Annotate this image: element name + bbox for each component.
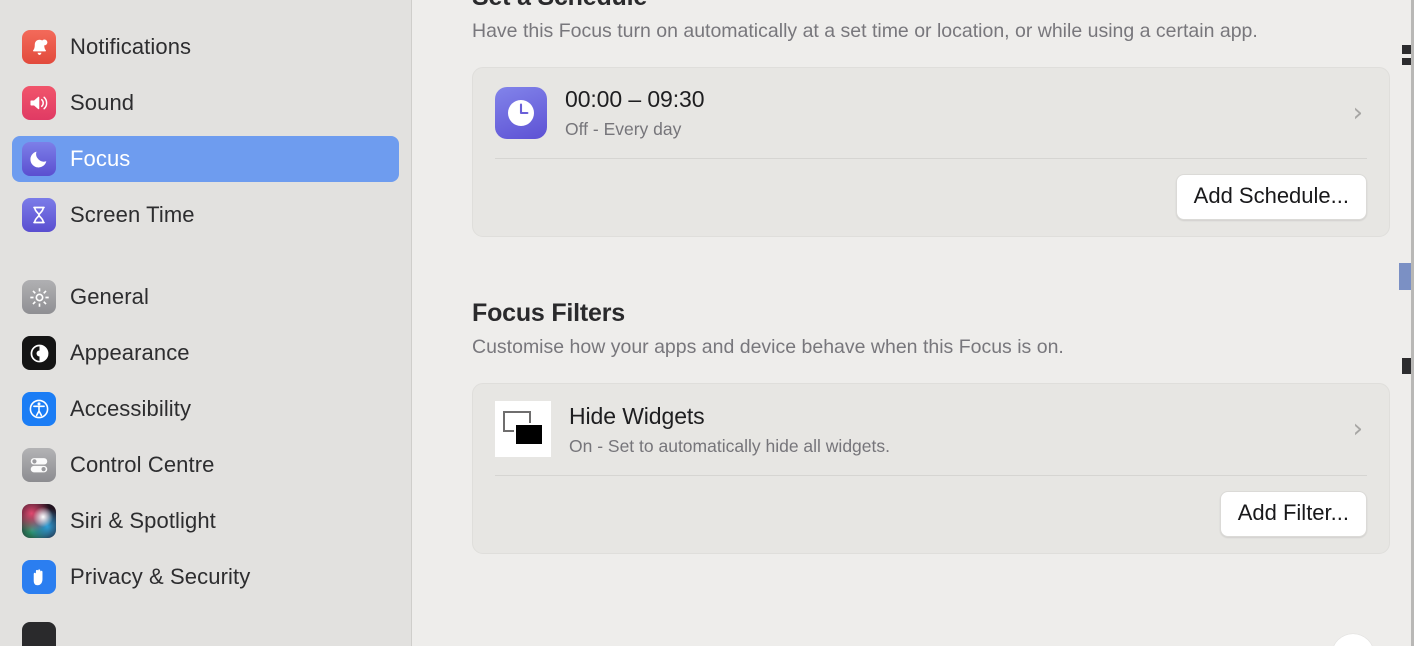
filter-name: Hide Widgets xyxy=(569,402,705,429)
sidebar-item-label: Privacy & Security xyxy=(70,564,251,589)
bottom-corner-button[interactable] xyxy=(1332,634,1374,646)
sidebar: Notifications Sound Focus Screen Time Ge… xyxy=(0,0,412,646)
main-content: Set a Schedule Have this Focus turn on a… xyxy=(412,0,1414,646)
siri-orb-icon xyxy=(22,504,56,538)
sidebar-item-label: General xyxy=(70,284,149,309)
edge-artifact-upper-2 xyxy=(1402,58,1411,65)
focus-filters-description: Customise how your apps and device behav… xyxy=(472,336,1064,358)
gear-icon xyxy=(22,280,56,314)
sidebar-item-general[interactable]: General xyxy=(12,274,399,320)
sidebar-item-appearance[interactable]: Appearance xyxy=(12,330,399,376)
sidebar-item-label: Accessibility xyxy=(70,396,192,421)
chevron-right-icon[interactable]: › xyxy=(1353,100,1367,126)
schedule-time-range: 00:00 – 09:30 xyxy=(565,86,705,112)
add-schedule-button[interactable]: Add Schedule... xyxy=(1175,174,1367,220)
sidebar-item-label: Siri & Spotlight xyxy=(70,508,216,533)
toggles-icon xyxy=(22,448,56,482)
sidebar-item-privacy-security[interactable]: Privacy & Security xyxy=(12,554,399,600)
settings-window: Notifications Sound Focus Screen Time Ge… xyxy=(0,0,1414,646)
edge-artifact-upper xyxy=(1402,45,1411,54)
speaker-icon xyxy=(22,86,56,120)
sidebar-item-siri-spotlight[interactable]: Siri & Spotlight xyxy=(12,498,399,544)
chevron-right-icon[interactable]: › xyxy=(1353,416,1367,442)
filter-row[interactable]: Hide Widgets On - Set to automatically h… xyxy=(495,384,1367,476)
sidebar-item-label: Appearance xyxy=(70,340,190,365)
set-a-schedule-title: Set a Schedule xyxy=(472,0,647,12)
add-filter-button[interactable]: Add Filter... xyxy=(1219,491,1367,537)
widgets-icon-front-shape xyxy=(514,423,544,446)
schedule-row-texts: 00:00 – 09:30 Off - Every day xyxy=(565,85,1335,140)
schedule-actions: Add Schedule... xyxy=(495,159,1367,236)
hand-icon xyxy=(22,560,56,594)
hourglass-icon xyxy=(22,198,56,232)
sidebar-item-control-centre[interactable]: Control Centre xyxy=(12,442,399,488)
sidebar-item-accessibility[interactable]: Accessibility xyxy=(12,386,399,432)
schedule-card: 00:00 – 09:30 Off - Every day › Add Sche… xyxy=(472,67,1390,237)
sidebar-item-focus[interactable]: Focus xyxy=(12,136,399,182)
filter-row-texts: Hide Widgets On - Set to automatically h… xyxy=(569,402,1335,457)
schedule-row[interactable]: 00:00 – 09:30 Off - Every day › xyxy=(495,68,1367,159)
contrast-icon xyxy=(22,336,56,370)
sidebar-item-label: Control Centre xyxy=(70,452,215,477)
edge-artifact-lower xyxy=(1402,358,1411,374)
bell-icon xyxy=(22,30,56,64)
filter-actions: Add Filter... xyxy=(495,476,1367,553)
sidebar-item-partial-icon[interactable] xyxy=(22,622,56,646)
widgets-icon xyxy=(495,401,551,457)
focus-filters-card: Hide Widgets On - Set to automatically h… xyxy=(472,383,1390,554)
sidebar-item-sound[interactable]: Sound xyxy=(12,80,399,126)
sidebar-divider-gap xyxy=(12,248,399,274)
sidebar-item-label: Screen Time xyxy=(70,202,195,227)
sidebar-item-screen-time[interactable]: Screen Time xyxy=(12,192,399,238)
sidebar-item-label: Focus xyxy=(70,146,131,171)
filter-status: On - Set to automatically hide all widge… xyxy=(569,435,890,456)
focus-filters-title: Focus Filters xyxy=(472,299,625,327)
clock-icon xyxy=(495,86,547,139)
moon-icon xyxy=(22,142,56,176)
sidebar-item-notifications[interactable]: Notifications xyxy=(12,24,399,70)
edge-highlight-marker xyxy=(1399,263,1411,290)
schedule-status: Off - Every day xyxy=(565,119,682,139)
accessibility-icon xyxy=(22,392,56,426)
sidebar-item-label: Sound xyxy=(70,90,135,115)
sidebar-item-label: Notifications xyxy=(70,34,192,59)
